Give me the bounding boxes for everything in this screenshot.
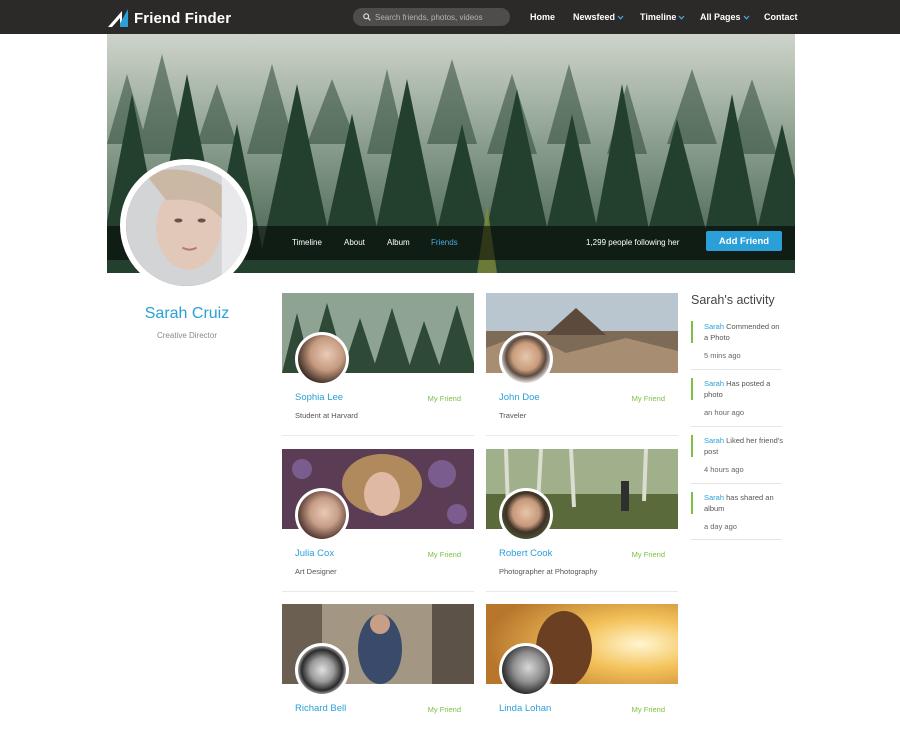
friend-avatar[interactable] [499, 488, 553, 542]
nav-timeline-label: Timeline [640, 12, 677, 22]
chevron-down-icon [678, 15, 685, 20]
activity-text: Sarah Liked her friend's post [704, 435, 784, 457]
nav-contact[interactable]: Contact [764, 12, 798, 22]
tab-album[interactable]: Album [387, 238, 410, 247]
activity-title: Sarah's activity [691, 293, 775, 307]
activity-item: Sarah has shared an album a day ago [691, 492, 782, 540]
profile-avatar[interactable] [120, 159, 253, 292]
friend-card: Sophia Lee My Friend Student at Harvard [282, 293, 474, 436]
friend-description: Art Designer [295, 567, 337, 576]
friend-photo [502, 646, 550, 694]
logo-icon [108, 9, 128, 27]
friend-name[interactable]: Robert Cook [499, 548, 552, 559]
activity-item: Sarah Commended on a Photo 5 mins ago [691, 321, 782, 370]
friend-status[interactable]: My Friend [428, 394, 461, 403]
friend-card: Julia Cox My Friend Art Designer [282, 449, 474, 592]
friend-name[interactable]: Richard Bell [295, 703, 346, 714]
friend-avatar[interactable] [295, 332, 349, 386]
activity-time: an hour ago [704, 408, 745, 417]
nav-timeline[interactable]: Timeline [640, 12, 685, 22]
friend-card: Richard Bell My Friend [282, 604, 474, 747]
friend-avatar[interactable] [295, 643, 349, 697]
friend-card: Linda Lohan My Friend [486, 604, 678, 747]
friend-name[interactable]: Linda Lohan [499, 703, 551, 714]
friend-status[interactable]: My Friend [632, 550, 665, 559]
top-navbar: Friend Finder Home Newsfeed Timeline All… [0, 0, 900, 34]
friend-status[interactable]: My Friend [428, 705, 461, 714]
activity-item: Sarah Has posted a photo an hour ago [691, 378, 782, 427]
divider [282, 591, 474, 592]
nav-all-pages-label: All Pages [700, 12, 741, 22]
tab-timeline[interactable]: Timeline [292, 238, 322, 247]
activity-time: 5 mins ago [704, 351, 741, 360]
profile-role: Creative Director [156, 331, 217, 340]
activity-user[interactable]: Sarah [704, 379, 724, 388]
friend-avatar[interactable] [499, 643, 553, 697]
chevron-down-icon [743, 15, 749, 20]
friend-photo [502, 335, 550, 383]
logo[interactable]: Friend Finder [108, 9, 231, 27]
activity-marker [691, 435, 693, 457]
friend-name[interactable]: John Doe [499, 392, 540, 403]
friend-photo [298, 646, 346, 694]
tab-friends[interactable]: Friends [431, 238, 458, 247]
friend-description: Photographer at Photography [499, 567, 598, 576]
friend-photo [502, 491, 550, 539]
nav-newsfeed-label: Newsfeed [573, 12, 616, 22]
profile-name[interactable]: Sarah Cruiz [107, 305, 267, 323]
activity-marker [691, 321, 693, 343]
friend-avatar[interactable] [295, 488, 349, 542]
friend-description: Student at Harvard [295, 411, 358, 420]
search-icon [363, 13, 371, 21]
activity-item: Sarah Liked her friend's post 4 hours ag… [691, 435, 784, 484]
activity-time: 4 hours ago [704, 465, 744, 474]
activity-text: Sarah Has posted a photo [704, 378, 784, 400]
tab-about[interactable]: About [344, 238, 365, 247]
friend-card: John Doe My Friend Traveler [486, 293, 678, 436]
activity-marker [691, 492, 693, 514]
friend-description: Traveler [499, 411, 527, 420]
followers-count: 1,299 people following her [586, 238, 680, 247]
divider [486, 435, 678, 436]
friend-photo [298, 491, 346, 539]
logo-text: Friend Finder [134, 9, 232, 27]
activity-marker [691, 378, 693, 400]
activity-text: Sarah Commended on a Photo [704, 321, 784, 343]
profile-photo [126, 165, 247, 286]
nav-home-label: Home [530, 12, 556, 22]
friend-name[interactable]: Sophia Lee [295, 392, 343, 403]
activity-user[interactable]: Sarah [704, 322, 724, 331]
activity-text: Sarah has shared an album [704, 492, 784, 514]
friend-status[interactable]: My Friend [632, 705, 665, 714]
add-friend-button[interactable]: Add Friend [706, 231, 782, 251]
friend-avatar[interactable] [499, 332, 553, 386]
nav-contact-label: Contact [764, 12, 798, 22]
chevron-down-icon [617, 15, 624, 20]
activity-user[interactable]: Sarah [704, 493, 724, 502]
activity-time: a day ago [704, 522, 737, 531]
activity-user[interactable]: Sarah [704, 436, 724, 445]
friend-status[interactable]: My Friend [428, 550, 461, 559]
friend-status[interactable]: My Friend [632, 394, 665, 403]
friend-name[interactable]: Julia Cox [295, 548, 334, 559]
friend-card: Robert Cook My Friend Photographer at Ph… [486, 449, 678, 592]
search-box[interactable] [353, 8, 510, 26]
nav-newsfeed[interactable]: Newsfeed [573, 12, 624, 22]
friend-photo [298, 335, 346, 383]
divider [486, 591, 678, 592]
divider [282, 435, 474, 436]
search-input[interactable] [375, 12, 505, 22]
nav-home[interactable]: Home [530, 12, 555, 22]
nav-all-pages[interactable]: All Pages [700, 12, 750, 22]
